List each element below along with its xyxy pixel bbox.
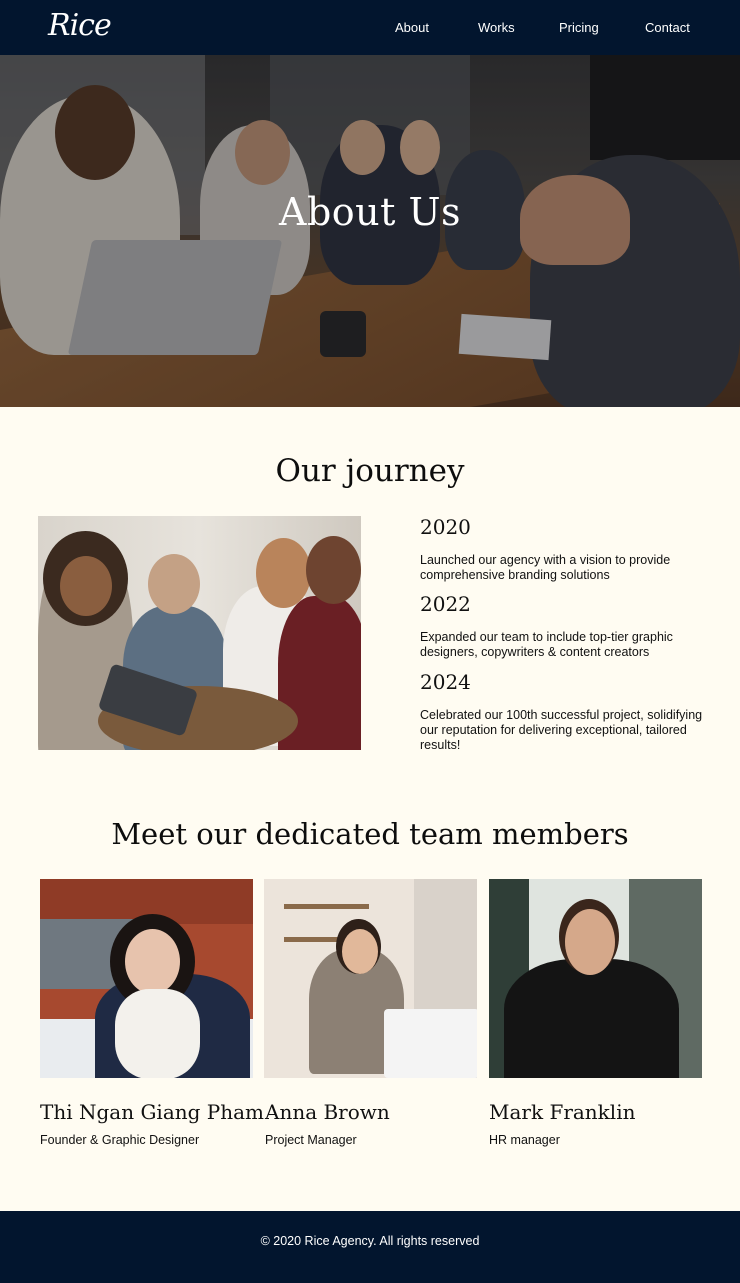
team-member-name: Mark Franklin bbox=[489, 1100, 636, 1124]
team-title: Meet our dedicated team members bbox=[111, 817, 629, 851]
timeline-year-2024: 2024 bbox=[420, 670, 471, 694]
team-photo-bg-shelf bbox=[284, 904, 369, 909]
team-member-role: HR manager bbox=[489, 1133, 560, 1147]
journey-photo-person bbox=[256, 538, 311, 608]
hero-title: About Us bbox=[279, 190, 461, 234]
timeline-year-2022: 2022 bbox=[420, 592, 471, 616]
timeline-text-2022: Expanded our team to include top-tier gr… bbox=[420, 630, 673, 659]
team-photo-person-scarf bbox=[115, 989, 200, 1078]
site-header: Rice About Works Pricing Contact bbox=[0, 0, 740, 55]
team-member-role: Project Manager bbox=[265, 1133, 357, 1147]
team-photo-laptop bbox=[384, 1009, 477, 1078]
journey-photo-person bbox=[60, 556, 112, 616]
journey-photo-person bbox=[148, 554, 200, 614]
team-member-role: Founder & Graphic Designer bbox=[40, 1133, 200, 1147]
team-member-name: Thi Ngan Giang Pham bbox=[40, 1100, 265, 1124]
site-logo[interactable]: Rice bbox=[48, 8, 112, 43]
nav-link-pricing[interactable]: Pricing bbox=[559, 20, 599, 35]
hero-banner: About Us bbox=[0, 55, 740, 407]
timeline-text-2020: Launched our agency with a vision to pro… bbox=[420, 553, 671, 582]
timeline-text-2024: Celebrated our 100th successful project,… bbox=[420, 708, 703, 752]
team-member-name: Anna Brown bbox=[265, 1100, 390, 1124]
footer-copyright: © 2020 Rice Agency. All rights reserved bbox=[260, 1234, 480, 1248]
journey-photo-person bbox=[306, 536, 361, 604]
team-photo-person bbox=[504, 959, 679, 1078]
nav-link-works[interactable]: Works bbox=[478, 20, 515, 35]
timeline-year-2020: 2020 bbox=[420, 515, 471, 539]
journey-title: Our journey bbox=[275, 453, 465, 489]
team-photo-brown bbox=[264, 879, 477, 1078]
nav-link-about[interactable]: About bbox=[395, 20, 429, 35]
team-photo-person-face bbox=[565, 909, 615, 975]
journey-photo bbox=[38, 516, 361, 750]
team-photo-franklin bbox=[489, 879, 702, 1078]
team-photo-person-face bbox=[342, 929, 378, 974]
site-footer: © 2020 Rice Agency. All rights reserved bbox=[0, 1211, 740, 1283]
nav-link-contact[interactable]: Contact bbox=[645, 20, 690, 35]
team-photo-pham bbox=[40, 879, 253, 1078]
team-photo-person-face bbox=[125, 929, 180, 994]
